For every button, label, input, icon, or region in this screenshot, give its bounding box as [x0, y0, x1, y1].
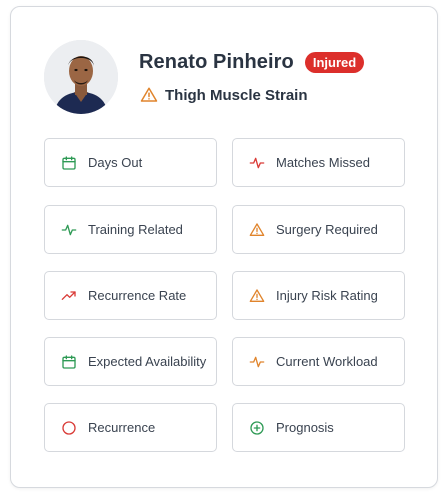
avatar [44, 40, 118, 114]
plus-circle-icon [249, 420, 265, 436]
trending-up-icon [61, 288, 77, 304]
circle-icon [61, 420, 77, 436]
activity-orange-icon [249, 354, 265, 370]
tile-label: Current Workload [276, 354, 378, 369]
tile-prognosis[interactable]: Prognosis [232, 403, 405, 452]
tile-label: Days Out [88, 155, 143, 170]
tile-recurrence[interactable]: Recurrence [44, 403, 217, 452]
injury-type: Thigh Muscle Strain [165, 86, 308, 104]
name-row: Renato Pinheiro Injured [139, 51, 365, 74]
tile-days-out[interactable]: Days Out [44, 138, 217, 187]
tile-recurrence-rate[interactable]: Recurrence Rate [44, 271, 217, 320]
calendar-icon [61, 155, 77, 171]
warning-triangle-icon [140, 86, 158, 104]
tile-injury-risk-rating[interactable]: Injury Risk Rating [232, 271, 405, 320]
tile-label: Recurrence Rate [88, 288, 187, 303]
injury-row: Thigh Muscle Strain [140, 86, 308, 104]
player-header: Renato Pinheiro Injured Thigh Muscle Str… [44, 40, 424, 114]
calendar-icon [61, 354, 77, 370]
tile-training-related[interactable]: Training Related [44, 205, 217, 254]
status-badge: Injured [304, 52, 365, 73]
tile-current-workload[interactable]: Current Workload [232, 337, 405, 386]
tile-label: Prognosis [276, 420, 334, 435]
tile-label: Training Related [88, 222, 183, 237]
tile-surgery-required[interactable]: Surgery Required [232, 205, 405, 254]
activity-green-icon [61, 222, 77, 238]
tile-expected-availability[interactable]: Expected Availability [44, 337, 217, 386]
tile-label: Recurrence [88, 420, 156, 435]
tile-label: Surgery Required [276, 222, 378, 237]
activity-red-icon [249, 155, 265, 171]
warning-triangle-icon [249, 222, 265, 238]
tile-label: Injury Risk Rating [276, 288, 378, 303]
player-name: Renato Pinheiro [139, 51, 294, 73]
tile-label: Expected Availability [88, 354, 207, 369]
tile-matches-missed[interactable]: Matches Missed [232, 138, 405, 187]
tile-label: Matches Missed [276, 155, 370, 170]
warning-triangle-icon [249, 288, 265, 304]
